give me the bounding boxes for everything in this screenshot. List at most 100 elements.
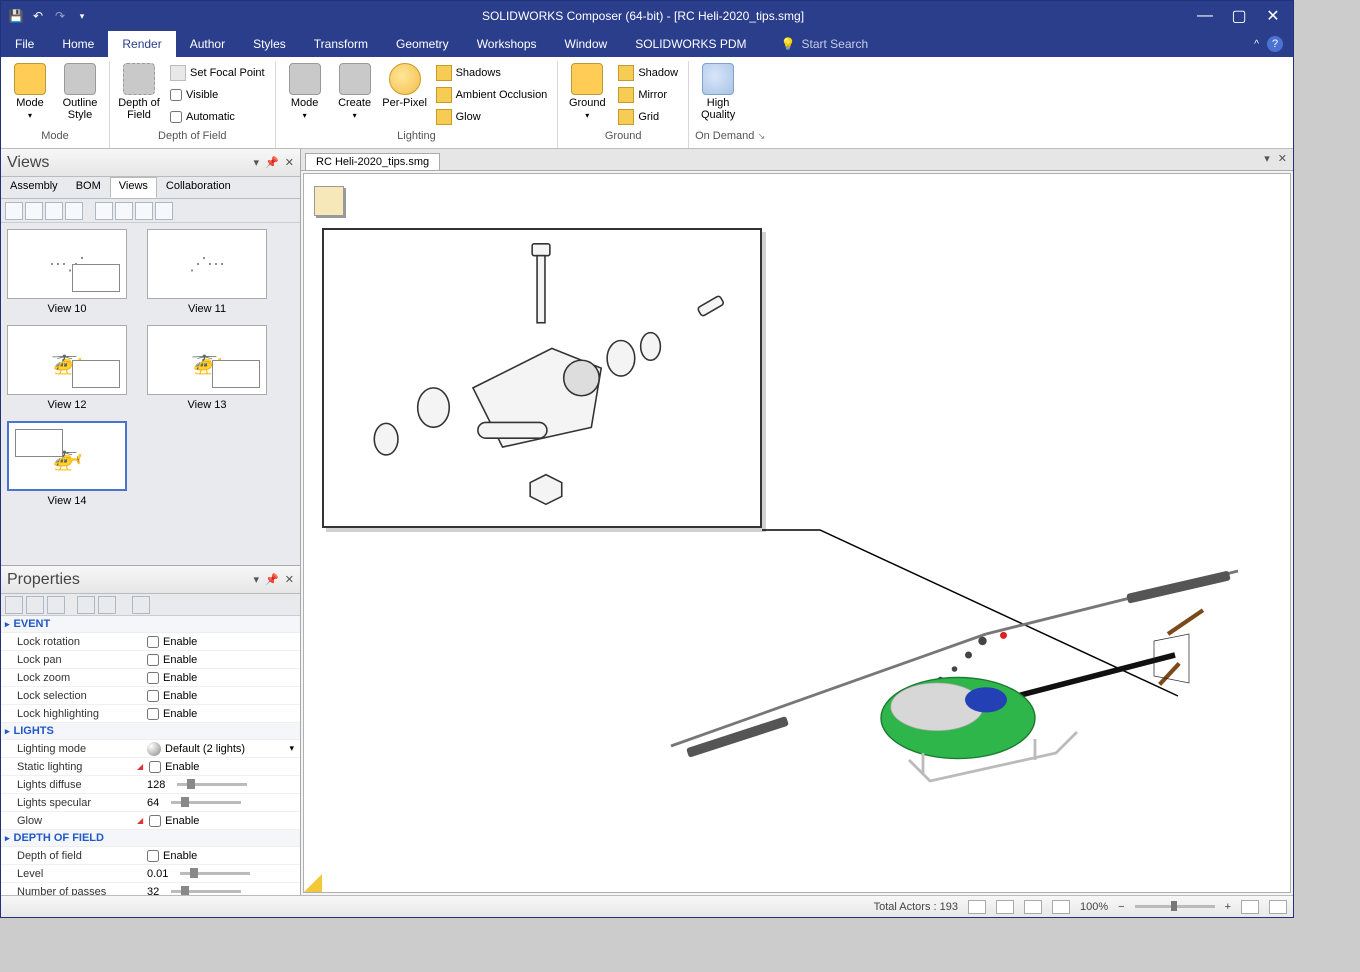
arrows-icon[interactable] bbox=[47, 596, 65, 614]
update-view-icon[interactable] bbox=[25, 202, 43, 220]
zoom-out-icon[interactable]: − bbox=[1118, 901, 1124, 913]
panel-options-icon[interactable]: ▾ bbox=[254, 156, 260, 169]
section-lights[interactable]: LIGHTS bbox=[1, 723, 300, 740]
refresh-icon[interactable] bbox=[77, 596, 95, 614]
minimize-button[interactable]: — bbox=[1195, 7, 1215, 25]
prop-row: Lock zoomEnable bbox=[1, 669, 300, 687]
ground-mirror-button[interactable]: Mirror bbox=[614, 85, 682, 105]
prop-row: Static lighting◢Enable bbox=[1, 758, 300, 776]
camera-4-icon[interactable] bbox=[155, 202, 173, 220]
lighting-create-button[interactable]: Create▾ bbox=[332, 61, 378, 120]
tab-close-icon[interactable]: ✕ bbox=[1278, 152, 1287, 165]
slider[interactable] bbox=[171, 801, 241, 804]
sort-icon[interactable] bbox=[26, 596, 44, 614]
status-btn-5[interactable] bbox=[1241, 900, 1259, 914]
prop-row: Lock selectionEnable bbox=[1, 687, 300, 705]
viewport[interactable] bbox=[303, 173, 1291, 893]
zoom-slider[interactable] bbox=[1135, 905, 1215, 908]
camera-3-icon[interactable] bbox=[135, 202, 153, 220]
view-thumb[interactable]: ⋯⋰View 10 bbox=[7, 229, 127, 315]
status-btn-6[interactable] bbox=[1269, 900, 1287, 914]
per-pixel-button[interactable]: Per-Pixel bbox=[382, 61, 428, 109]
tab-options-icon[interactable]: ▾ bbox=[1264, 152, 1270, 165]
tab-collaboration[interactable]: Collaboration bbox=[157, 177, 240, 198]
camera-2-icon[interactable] bbox=[115, 202, 133, 220]
categorize-icon[interactable] bbox=[5, 596, 23, 614]
tab-views[interactable]: Views bbox=[110, 177, 157, 198]
title-bar: 💾 ↶ ↷ ▾ SOLIDWORKS Composer (64-bit) - [… bbox=[1, 1, 1293, 31]
menu-file[interactable]: File bbox=[1, 31, 48, 57]
lighting-mode-button[interactable]: Mode▾ bbox=[282, 61, 328, 120]
panel-close-icon[interactable]: ✕ bbox=[285, 573, 294, 586]
brush-icon[interactable] bbox=[65, 202, 83, 220]
qat-dropdown-icon[interactable]: ▾ bbox=[73, 7, 91, 25]
menu-styles[interactable]: Styles bbox=[239, 31, 300, 57]
panel-pin-icon[interactable]: 📌 bbox=[265, 573, 279, 586]
panel-close-icon[interactable]: ✕ bbox=[285, 156, 294, 169]
start-search[interactable]: 💡Start Search bbox=[781, 31, 869, 57]
status-btn-4[interactable] bbox=[1052, 900, 1070, 914]
ground-button[interactable]: Ground▾ bbox=[564, 61, 610, 120]
viewport-corner-handle[interactable] bbox=[304, 874, 322, 892]
section-dof[interactable]: DEPTH OF FIELD bbox=[1, 830, 300, 847]
slider[interactable] bbox=[180, 872, 250, 875]
view-thumb[interactable]: 🚁View 13 bbox=[147, 325, 267, 411]
viewport-overlay-button[interactable] bbox=[314, 186, 344, 216]
maximize-button[interactable]: ▢ bbox=[1229, 6, 1249, 26]
capture-view-icon[interactable] bbox=[45, 202, 63, 220]
status-btn-2[interactable] bbox=[996, 900, 1014, 914]
menu-render[interactable]: Render bbox=[108, 31, 175, 57]
prop-row: Lights diffuse128 bbox=[1, 776, 300, 794]
prop-row: Lights specular64 bbox=[1, 794, 300, 812]
zoom-in-icon[interactable]: + bbox=[1225, 901, 1231, 913]
shadows-button[interactable]: Shadows bbox=[432, 63, 552, 83]
mode-button[interactable]: Mode▾ bbox=[7, 61, 53, 120]
prop-row: Level0.01 bbox=[1, 865, 300, 883]
wand-icon[interactable] bbox=[98, 596, 116, 614]
tab-assembly[interactable]: Assembly bbox=[1, 177, 67, 198]
collapse-ribbon-icon[interactable]: ^ bbox=[1254, 39, 1259, 50]
ambient-occlusion-button[interactable]: Ambient Occlusion bbox=[432, 85, 552, 105]
undo-icon[interactable]: ↶ bbox=[29, 7, 47, 25]
glow-button[interactable]: Glow bbox=[432, 107, 552, 127]
depth-of-field-button[interactable]: Depth of Field bbox=[116, 61, 162, 121]
properties-list[interactable]: EVENT Lock rotationEnable Lock panEnable… bbox=[1, 616, 300, 895]
outline-style-button[interactable]: Outline Style bbox=[57, 61, 103, 121]
model-view bbox=[594, 414, 1280, 882]
panel-options-icon[interactable]: ▾ bbox=[254, 573, 260, 586]
redo-icon[interactable]: ↷ bbox=[51, 7, 69, 25]
tab-bom[interactable]: BOM bbox=[67, 177, 110, 198]
document-tab[interactable]: RC Heli-2020_tips.smg bbox=[305, 153, 440, 170]
high-quality-button[interactable]: High Quality bbox=[695, 61, 741, 121]
ground-grid-button[interactable]: Grid bbox=[614, 107, 682, 127]
status-btn-3[interactable] bbox=[1024, 900, 1042, 914]
dialog-launcher-icon[interactable]: ↘ bbox=[757, 131, 765, 141]
menu-pdm[interactable]: SOLIDWORKS PDM bbox=[621, 31, 760, 57]
view-thumb[interactable]: ⋰⋯View 11 bbox=[147, 229, 267, 315]
ground-shadow-button[interactable]: Shadow bbox=[614, 63, 682, 83]
menu-window[interactable]: Window bbox=[551, 31, 622, 57]
close-button[interactable]: ✕ bbox=[1263, 6, 1283, 26]
menu-geometry[interactable]: Geometry bbox=[382, 31, 463, 57]
menu-transform[interactable]: Transform bbox=[300, 31, 382, 57]
menu-workshops[interactable]: Workshops bbox=[463, 31, 551, 57]
panel-pin-icon[interactable]: 📌 bbox=[265, 156, 279, 169]
grid-icon[interactable] bbox=[132, 596, 150, 614]
slider[interactable] bbox=[171, 890, 241, 893]
help-icon[interactable]: ? bbox=[1267, 36, 1283, 52]
camera-1-icon[interactable] bbox=[95, 202, 113, 220]
ribbon-group-ground: Ground▾ Shadow Mirror Grid Ground bbox=[558, 61, 689, 148]
menu-author[interactable]: Author bbox=[176, 31, 239, 57]
slider[interactable] bbox=[177, 783, 247, 786]
dof-visible-check[interactable]: Visible bbox=[166, 85, 269, 105]
dof-automatic-check[interactable]: Automatic bbox=[166, 107, 269, 127]
new-view-icon[interactable] bbox=[5, 202, 23, 220]
menu-home[interactable]: Home bbox=[48, 31, 108, 57]
chevron-down-icon[interactable]: ▾ bbox=[289, 743, 294, 754]
status-btn-1[interactable] bbox=[968, 900, 986, 914]
view-thumb-selected[interactable]: 🚁View 14 bbox=[7, 421, 127, 507]
view-thumb[interactable]: 🚁View 12 bbox=[7, 325, 127, 411]
section-event[interactable]: EVENT bbox=[1, 616, 300, 633]
save-icon[interactable]: 💾 bbox=[7, 7, 25, 25]
set-focal-point-button[interactable]: Set Focal Point bbox=[166, 63, 269, 83]
